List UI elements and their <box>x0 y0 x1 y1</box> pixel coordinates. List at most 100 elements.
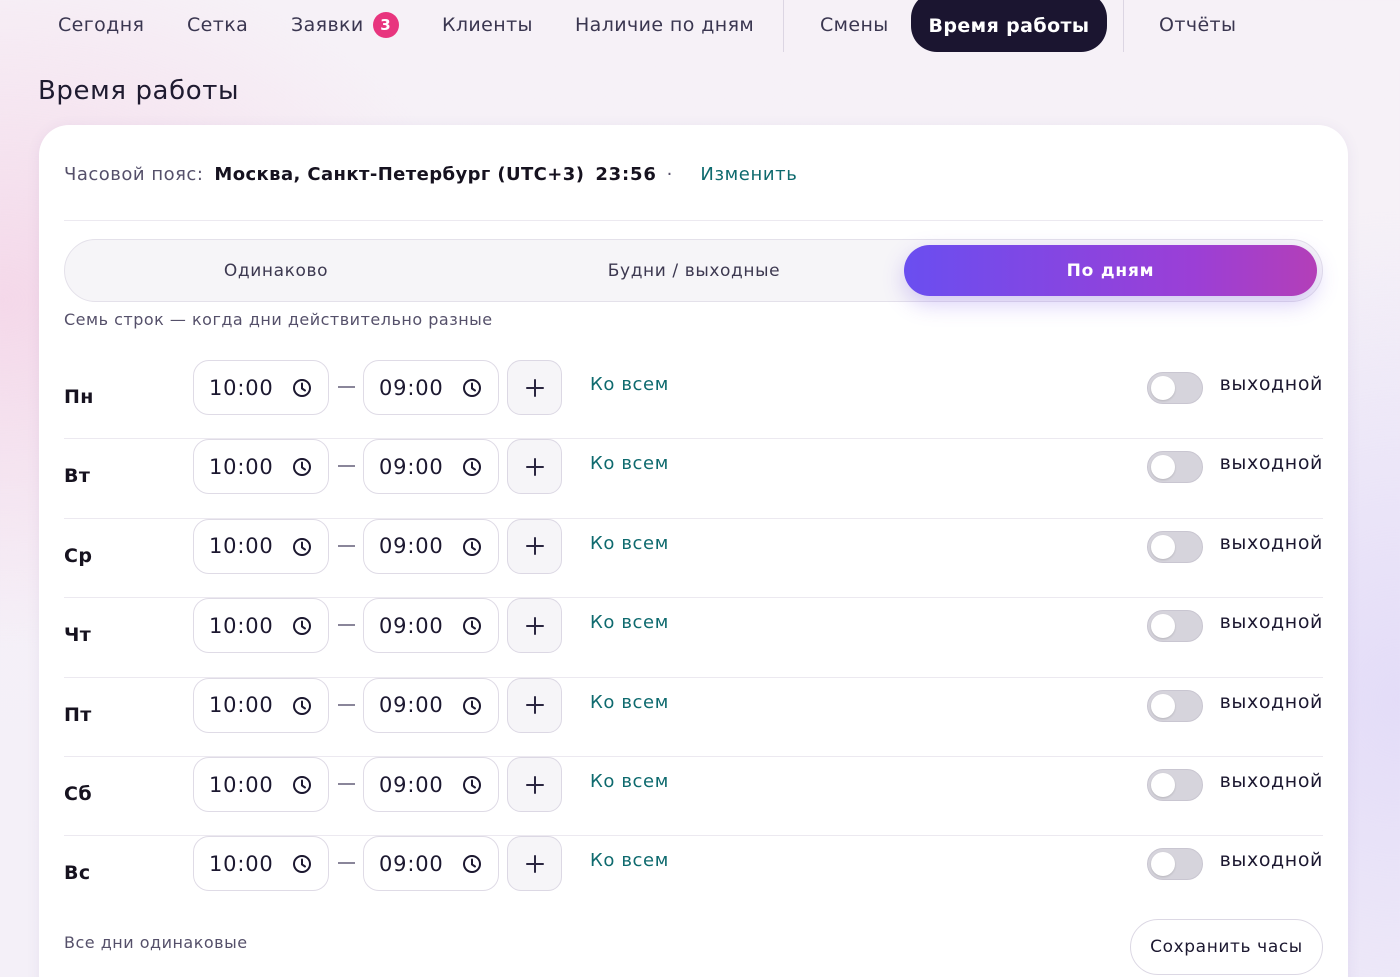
end-time-input[interactable]: 09:00 <box>363 598 499 654</box>
mode-option-weekdays-weekends[interactable]: Будни / выходные <box>487 240 901 301</box>
clock-icon <box>463 458 481 477</box>
nav-divider <box>1123 0 1124 52</box>
plus-icon <box>525 775 544 794</box>
start-time-input[interactable]: 10:00 <box>193 677 329 733</box>
nav-tab-availability[interactable]: Наличие по дням <box>575 0 754 50</box>
start-time-input[interactable]: 10:00 <box>193 598 329 654</box>
nav-tab-working-hours[interactable]: Время работы <box>911 0 1107 52</box>
end-time-input[interactable]: 09:00 <box>363 518 499 574</box>
timezone-current-time: 23:56 <box>595 163 657 185</box>
day-off-toggle[interactable] <box>1147 451 1203 484</box>
save-hours-label: Сохранить часы <box>1150 937 1303 957</box>
change-timezone-link[interactable]: Изменить <box>700 164 797 185</box>
nav-tab-label: Наличие по дням <box>575 14 755 36</box>
day-off-label: выходной <box>1219 373 1323 395</box>
toggle-knob <box>1151 614 1175 639</box>
timezone-row: Часовой пояс: Москва, Санкт-Петербург (U… <box>64 159 797 189</box>
nav-tab-label: Время работы <box>928 14 1090 37</box>
nav-tab-grid[interactable]: Сетка <box>187 0 248 50</box>
divider <box>64 220 1323 221</box>
day-off-toggle[interactable] <box>1147 530 1203 563</box>
day-label: Вт <box>64 465 91 488</box>
plus-icon <box>525 696 544 715</box>
end-time-value: 09:00 <box>379 534 444 559</box>
start-time-value: 10:00 <box>209 613 274 638</box>
mode-option-same[interactable]: Одинаково <box>65 240 487 301</box>
nav-tab-requests[interactable]: Заявки 3 <box>291 0 399 50</box>
start-time-input[interactable]: 10:00 <box>193 757 329 812</box>
end-time-input[interactable]: 09:00 <box>363 677 499 733</box>
start-time-input[interactable]: 10:00 <box>193 360 329 415</box>
start-time-input[interactable]: 10:00 <box>193 518 329 574</box>
save-hours-button[interactable]: Сохранить часы <box>1130 919 1323 975</box>
nav-divider <box>783 0 784 52</box>
working-hours-card: Часовой пояс: Москва, Санкт-Петербург (U… <box>39 125 1348 977</box>
nav-tab-label: Отчёты <box>1159 14 1237 36</box>
end-time-value: 09:00 <box>379 772 444 797</box>
range-dash <box>338 544 355 547</box>
apply-to-all-link[interactable]: Ко всем <box>590 533 669 554</box>
start-time-input[interactable]: 10:00 <box>193 439 329 495</box>
requests-count-badge: 3 <box>372 12 399 38</box>
nav-tab-reports[interactable]: Отчёты <box>1159 0 1236 50</box>
end-time-input[interactable]: 09:00 <box>363 360 499 415</box>
start-time-value: 10:00 <box>209 375 274 400</box>
range-dash <box>338 624 355 627</box>
toggle-knob <box>1151 455 1175 480</box>
clock-icon <box>293 696 311 715</box>
day-off-label: выходной <box>1219 531 1323 554</box>
end-time-input[interactable]: 09:00 <box>363 836 499 892</box>
clock-icon <box>463 776 481 794</box>
apply-to-all-link[interactable]: Ко всем <box>590 692 669 713</box>
end-time-input[interactable]: 09:00 <box>363 439 499 495</box>
start-time-input[interactable]: 10:00 <box>193 836 329 892</box>
footer-note: Все дни одинаковые <box>64 933 248 952</box>
day-label: Вс <box>64 862 91 885</box>
end-time-input[interactable]: 09:00 <box>363 757 499 812</box>
day-off-label: выходной <box>1219 849 1323 872</box>
add-interval-button[interactable] <box>507 677 562 733</box>
plus-icon <box>525 616 544 635</box>
day-off-toggle[interactable] <box>1147 848 1203 881</box>
clock-icon <box>293 537 311 556</box>
day-row: Чт 10:00 09:00 Ко всем выходной <box>64 598 1323 678</box>
nav-tab-clients[interactable]: Клиенты <box>442 0 533 50</box>
day-row: Вс 10:00 09:00 Ко всем выходной <box>64 836 1323 915</box>
add-interval-button[interactable] <box>507 439 562 495</box>
apply-to-all-link[interactable]: Ко всем <box>590 612 669 633</box>
add-interval-button[interactable] <box>507 518 562 574</box>
day-off-label: выходной <box>1219 611 1323 634</box>
day-off-toggle[interactable] <box>1147 610 1203 643</box>
mode-option-label: По дням <box>1066 260 1155 281</box>
add-interval-button[interactable] <box>507 598 562 654</box>
end-time-value: 09:00 <box>379 851 444 876</box>
apply-to-all-link[interactable]: Ко всем <box>590 453 669 474</box>
day-label: Чт <box>64 624 92 647</box>
range-dash <box>338 783 355 785</box>
page-title: Время работы <box>38 76 240 106</box>
apply-to-all-link[interactable]: Ко всем <box>590 771 669 792</box>
mode-option-by-day[interactable]: По дням <box>904 245 1317 296</box>
range-dash <box>338 862 355 865</box>
timezone-label: Часовой пояс: <box>64 163 204 185</box>
day-row: Ср 10:00 09:00 Ко всем выходной <box>64 518 1323 599</box>
nav-tab-today[interactable]: Сегодня <box>58 0 144 50</box>
clock-icon <box>463 696 481 715</box>
toggle-knob <box>1151 852 1175 877</box>
apply-to-all-link[interactable]: Ко всем <box>590 850 669 871</box>
day-row: Сб 10:00 09:00 Ко всем выходной <box>64 757 1323 837</box>
apply-to-all-link[interactable]: Ко всем <box>590 374 669 395</box>
add-interval-button[interactable] <box>507 757 562 812</box>
schedule-mode-switch: Одинаково Будни / выходные По дням <box>64 239 1323 302</box>
start-time-value: 10:00 <box>209 534 274 559</box>
day-off-toggle[interactable] <box>1147 769 1203 801</box>
day-row: Пт 10:00 09:00 Ко всем выходной <box>64 677 1323 757</box>
add-interval-button[interactable] <box>507 360 562 415</box>
day-label: Пн <box>64 386 94 408</box>
plus-icon <box>525 854 544 873</box>
day-off-toggle[interactable] <box>1147 372 1203 404</box>
day-off-toggle[interactable] <box>1147 689 1203 722</box>
day-off-label: выходной <box>1219 770 1323 792</box>
nav-tab-shifts[interactable]: Смены <box>820 0 889 50</box>
add-interval-button[interactable] <box>507 836 562 892</box>
